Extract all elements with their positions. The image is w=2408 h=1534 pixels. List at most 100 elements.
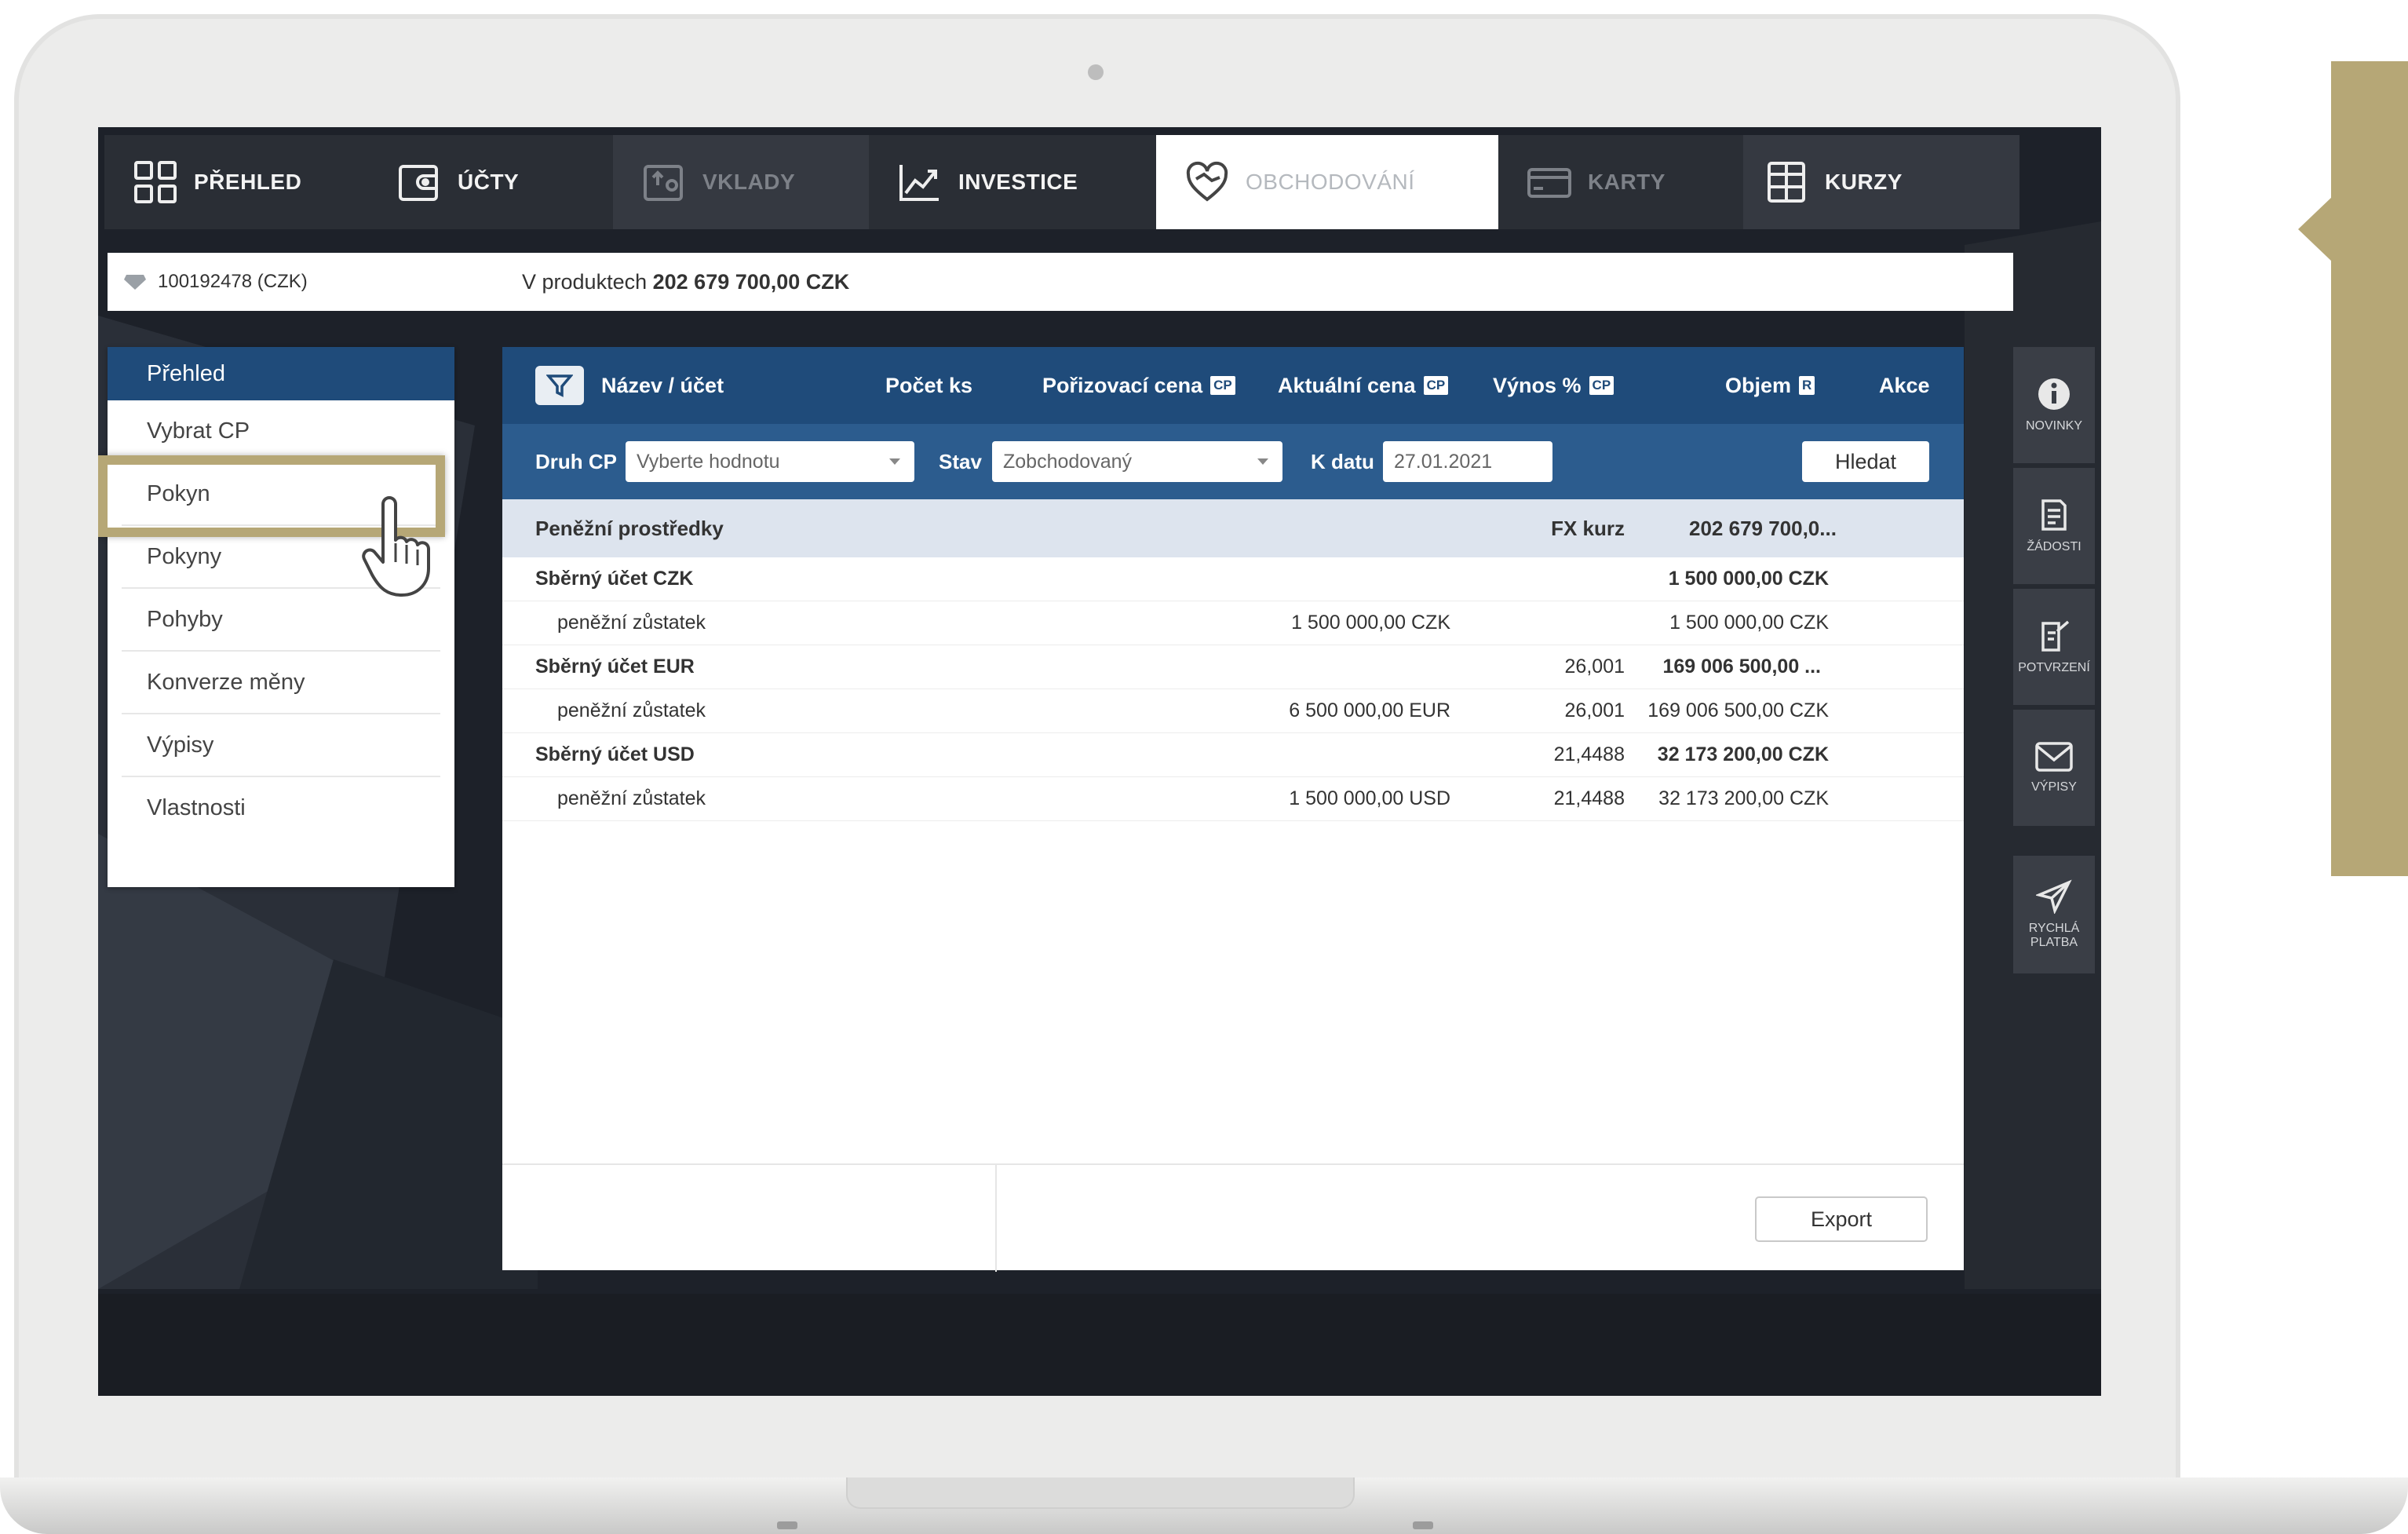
document-icon	[2041, 499, 2067, 531]
stav-select[interactable]: Zobchodovaný	[992, 441, 1282, 482]
table-row[interactable]: Sběrný účet EUR 26,001 169 006 500,00 ..…	[502, 645, 1964, 689]
fx-label: FX kurz	[1551, 516, 1625, 540]
menu-item-prehled[interactable]: Přehled	[108, 347, 454, 400]
mail-icon	[2035, 742, 2073, 772]
row-volume: 1 500 000,00 CZK	[1669, 612, 1829, 634]
deposit-icon	[641, 159, 687, 205]
tab-label: PŘEHLED	[194, 170, 302, 194]
account-selector[interactable]: 100192478 (CZK)	[123, 271, 522, 293]
laptop-foot	[777, 1521, 797, 1529]
table-row[interactable]: Sběrný účet CZK 1 500 000,00 CZK	[502, 557, 1964, 601]
panel-footer: Export	[502, 1163, 1964, 1272]
sidebar-label: POTVRZENÍ	[2018, 661, 2090, 674]
table-row[interactable]: peněžní zůstatek 6 500 000,00 EUR 26,001…	[502, 689, 1964, 733]
chevron-down-icon	[1257, 458, 1268, 465]
account-total: V produktech 202 679 700,00 CZK	[522, 270, 849, 294]
row-volume: 32 173 200,00 CZK	[1657, 743, 1829, 765]
column-action: Akce	[1879, 373, 1930, 397]
table-icon	[1764, 159, 1809, 205]
k-datu-label: K datu	[1311, 449, 1374, 473]
document-check-icon	[2041, 620, 2070, 652]
row-fx: 26,001	[1564, 699, 1625, 721]
table-header: Název / účet Počet ks Pořizovací cena CP …	[502, 347, 1964, 424]
tab-investice[interactable]: INVESTICE	[869, 135, 1156, 229]
tab-label: ÚČTY	[458, 170, 520, 194]
tab-label: KURZY	[1825, 170, 1903, 194]
tab-label: VKLADY	[702, 170, 796, 194]
sidebar-item-zadosti[interactable]: ŽÁDOSTI	[2013, 468, 2095, 584]
group-name: Peněžní prostředky	[535, 516, 724, 540]
currency-badge[interactable]: CP	[1210, 376, 1235, 395]
sidebar-item-novinky[interactable]: NOVINKY	[2013, 347, 2095, 463]
currency-badge[interactable]: R	[1799, 376, 1815, 395]
menu-item-pohyby[interactable]: Pohyby	[122, 589, 440, 652]
chart-line-icon	[897, 159, 943, 205]
wallet-icon	[396, 159, 442, 205]
row-amount: 1 500 000,00 USD	[1289, 787, 1450, 809]
sidebar-label: ŽÁDOSTI	[2027, 540, 2081, 553]
sidebar-item-rychla-platba[interactable]: RYCHLÁ PLATBA	[2013, 856, 2095, 973]
account-total-value: 202 679 700,00 CZK	[652, 269, 850, 294]
filter-toggle-button[interactable]	[535, 366, 584, 405]
column-volume[interactable]: Objem R	[1725, 347, 1815, 424]
column-name[interactable]: Název / účet	[601, 374, 724, 398]
column-current-price[interactable]: Aktuální cena CP	[1278, 347, 1449, 424]
row-name: Sběrný účet USD	[535, 743, 695, 765]
account-bar: 100192478 (CZK) V produktech 202 679 700…	[108, 253, 2013, 311]
hand-pointer-icon	[362, 496, 430, 597]
tab-label: OBCHODOVÁNÍ	[1246, 170, 1415, 194]
sidebar-item-vypisy[interactable]: VÝPISY	[2013, 710, 2095, 826]
handshake-heart-icon	[1184, 159, 1230, 205]
account-id: 100192478 (CZK)	[158, 271, 308, 292]
info-icon	[2038, 378, 2070, 410]
tab-ucty[interactable]: ÚČTY	[368, 135, 613, 229]
stav-label: Stav	[939, 449, 982, 473]
chevron-down-icon	[889, 458, 900, 465]
positions-panel: Název / účet Počet ks Pořizovací cena CP …	[502, 347, 1964, 1272]
column-purchase-price[interactable]: Pořizovací cena CP	[1042, 347, 1235, 424]
group-row[interactable]: Peněžní prostředky FX kurz 202 679 700,0…	[502, 499, 1964, 557]
row-name: peněžní zůstatek	[557, 787, 706, 809]
tab-obchodovani[interactable]: OBCHODOVÁNÍ	[1156, 135, 1498, 229]
tab-label: INVESTICE	[958, 170, 1078, 194]
currency-badge[interactable]: CP	[1423, 376, 1449, 395]
left-menu: Přehled Vybrat CP Pokyn Pokyny Pohyby Ko…	[108, 347, 454, 887]
search-button[interactable]: Hledat	[1802, 441, 1929, 482]
account-total-prefix: V produktech	[522, 269, 648, 294]
menu-item-vypisy[interactable]: Výpisy	[122, 714, 440, 777]
sidebar-label: VÝPISY	[2031, 780, 2077, 794]
menu-item-vybrat-cp[interactable]: Vybrat CP	[122, 400, 440, 463]
tab-prehled[interactable]: PŘEHLED	[104, 135, 368, 229]
tab-label: KARTY	[1588, 170, 1666, 194]
table-row[interactable]: Sběrný účet USD 21,4488 32 173 200,00 CZ…	[502, 733, 1964, 777]
row-name: peněžní zůstatek	[557, 699, 706, 721]
send-icon	[2036, 879, 2072, 914]
menu-item-vlastnosti[interactable]: Vlastnosti	[122, 777, 440, 838]
column-yield[interactable]: Výnos % CP	[1493, 347, 1614, 424]
row-volume: 1 500 000,00 CZK	[1668, 568, 1829, 590]
laptop-base-notch	[846, 1477, 1355, 1509]
row-name: Sběrný účet EUR	[535, 656, 695, 678]
currency-badge[interactable]: CP	[1589, 376, 1614, 395]
row-amount: 6 500 000,00 EUR	[1289, 699, 1450, 721]
row-volume: 169 006 500,00 CZK	[1647, 699, 1829, 721]
row-volume: 169 006 500,00 ...	[1662, 656, 1821, 678]
diamond-icon	[124, 275, 146, 290]
column-count[interactable]: Počet ks	[885, 347, 972, 424]
card-icon	[1527, 159, 1572, 205]
tab-karty[interactable]: KARTY	[1498, 135, 1743, 229]
druh-cp-select[interactable]: Vyberte hodnotu	[626, 441, 914, 482]
menu-item-konverze-meny[interactable]: Konverze měny	[122, 652, 440, 714]
sidebar-item-potvrzeni[interactable]: POTVRZENÍ	[2013, 589, 2095, 705]
filter-bar: Druh CP Vyberte hodnotu Stav Zobchodovan…	[502, 424, 1964, 499]
right-sidebar: NOVINKY ŽÁDOSTI POTVRZENÍ VÝPISY RYCHLÁ …	[2013, 347, 2095, 1171]
tab-vklady[interactable]: VKLADY	[613, 135, 869, 229]
row-fx: 21,4488	[1553, 787, 1625, 809]
table-row[interactable]: peněžní zůstatek 1 500 000,00 CZK 1 500 …	[502, 601, 1964, 645]
export-button[interactable]: Export	[1755, 1196, 1928, 1242]
tab-kurzy[interactable]: KURZY	[1743, 135, 2019, 229]
table-row[interactable]: peněžní zůstatek 1 500 000,00 USD 21,448…	[502, 777, 1964, 821]
filter-icon	[546, 374, 573, 397]
row-name: peněžní zůstatek	[557, 612, 706, 634]
date-input[interactable]: 27.01.2021	[1383, 441, 1552, 482]
